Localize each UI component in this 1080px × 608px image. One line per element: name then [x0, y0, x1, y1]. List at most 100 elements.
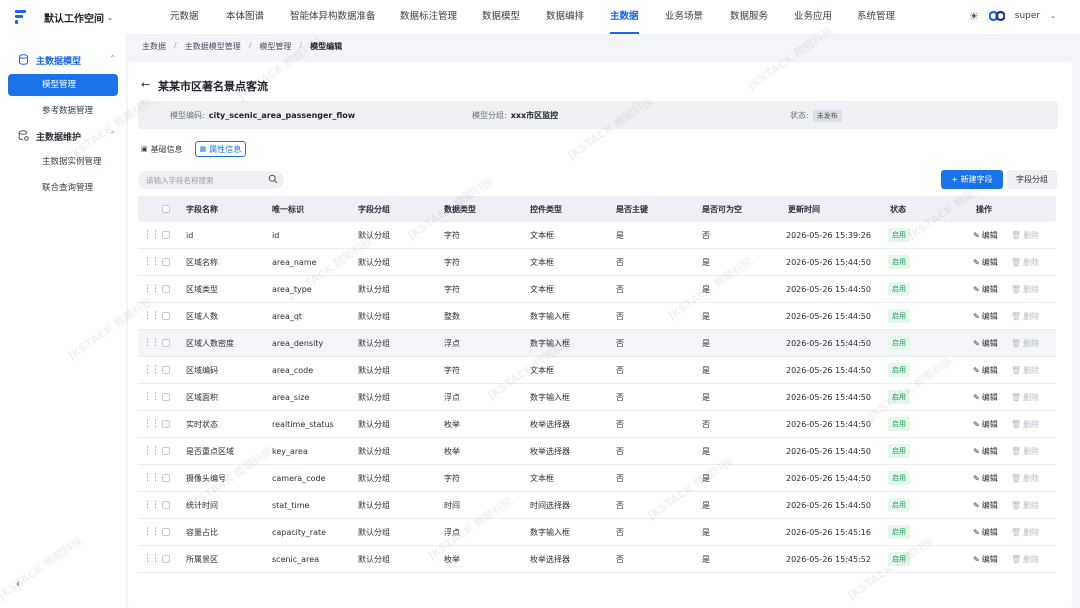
- field-search-input[interactable]: [138, 171, 284, 189]
- breadcrumb-item[interactable]: 主数据: [142, 41, 166, 52]
- row-checkbox[interactable]: [162, 555, 170, 563]
- app-logo-icon[interactable]: [14, 9, 28, 25]
- delete-button[interactable]: 🗑︎ 删除: [1011, 519, 1039, 545]
- edit-button[interactable]: ✎ 编辑: [973, 222, 998, 248]
- table-row[interactable]: ⋮⋮ 容量占比 capacity_rate 默认分组 浮点 数字输入框 否 是 2026-05-…: [138, 519, 1056, 546]
- user-avatar-icon[interactable]: [988, 9, 1005, 23]
- nav-item[interactable]: 本体图谱: [226, 0, 264, 34]
- drag-handle-icon[interactable]: ⋮⋮: [143, 384, 160, 410]
- sidebar-item-model-management[interactable]: 模型管理: [8, 74, 118, 96]
- delete-button[interactable]: 🗑︎ 删除: [1011, 438, 1039, 464]
- edit-button[interactable]: ✎ 编辑: [973, 411, 998, 437]
- drag-handle-icon[interactable]: ⋮⋮: [143, 492, 160, 518]
- new-field-button[interactable]: + 新建字段: [941, 170, 1003, 189]
- row-checkbox[interactable]: [162, 285, 170, 293]
- edit-button[interactable]: ✎ 编辑: [973, 519, 998, 545]
- table-row[interactable]: ⋮⋮ 所属景区 scenic_area 默认分组 枚举 枚举选择器 否 是 2026-05-26…: [138, 546, 1056, 573]
- row-checkbox[interactable]: [162, 312, 170, 320]
- row-checkbox[interactable]: [162, 420, 170, 428]
- chevron-down-icon[interactable]: ⌄: [1050, 12, 1056, 20]
- row-checkbox[interactable]: [162, 474, 170, 482]
- sidebar-group-master-model[interactable]: 主数据模型 ⌃: [0, 49, 126, 71]
- drag-handle-icon[interactable]: ⋮⋮: [143, 411, 160, 437]
- theme-toggle-icon[interactable]: ☀: [969, 10, 979, 23]
- breadcrumb-item[interactable]: 模型管理: [259, 41, 291, 52]
- drag-handle-icon[interactable]: ⋮⋮: [143, 303, 160, 329]
- edit-button[interactable]: ✎ 编辑: [973, 303, 998, 329]
- edit-button[interactable]: ✎ 编辑: [973, 465, 998, 491]
- edit-button[interactable]: ✎ 编辑: [973, 249, 998, 275]
- sidebar-item-instance-management[interactable]: 主数据实例管理: [8, 151, 118, 173]
- row-checkbox[interactable]: [162, 258, 170, 266]
- nav-item[interactable]: 业务应用: [794, 0, 832, 34]
- delete-button[interactable]: 🗑︎ 删除: [1011, 249, 1039, 275]
- edit-button[interactable]: ✎ 编辑: [973, 546, 998, 572]
- delete-button[interactable]: 🗑︎ 删除: [1011, 357, 1039, 383]
- nav-item[interactable]: 系统管理: [857, 0, 895, 34]
- sidebar-item-reference-data[interactable]: 参考数据管理: [8, 100, 118, 122]
- row-checkbox[interactable]: [162, 447, 170, 455]
- table-row[interactable]: ⋮⋮ 区域人数密度 area_density 默认分组 浮点 数字输入框 否 是 2026-05…: [138, 330, 1056, 357]
- drag-handle-icon[interactable]: ⋮⋮: [143, 465, 160, 491]
- username[interactable]: super: [1015, 11, 1040, 21]
- row-checkbox[interactable]: [162, 501, 170, 509]
- table-row[interactable]: ⋮⋮ 区域编码 area_code 默认分组 字符 文本框 否 是 2026-05-26 15:…: [138, 357, 1056, 384]
- back-arrow-icon[interactable]: ←: [141, 78, 150, 91]
- delete-button[interactable]: 🗑︎ 删除: [1011, 465, 1039, 491]
- edit-button[interactable]: ✎ 编辑: [973, 276, 998, 302]
- collapse-sidebar-icon[interactable]: ‹: [10, 576, 26, 592]
- row-checkbox[interactable]: [162, 528, 170, 536]
- row-checkbox[interactable]: [162, 231, 170, 239]
- edit-button[interactable]: ✎ 编辑: [973, 438, 998, 464]
- edit-button[interactable]: ✎ 编辑: [973, 330, 998, 356]
- nav-item[interactable]: 数据模型: [482, 0, 520, 34]
- delete-button[interactable]: 🗑︎ 删除: [1011, 546, 1039, 572]
- table-row[interactable]: ⋮⋮ 摄像头编号 camera_code 默认分组 字符 文本框 否 是 2026-05-26 …: [138, 465, 1056, 492]
- drag-handle-icon[interactable]: ⋮⋮: [143, 357, 160, 383]
- table-row[interactable]: ⋮⋮ 区域类型 area_type 默认分组 字符 文本框 否 是 2026-05-26 15:…: [138, 276, 1056, 303]
- nav-item[interactable]: 业务场景: [665, 0, 703, 34]
- table-row[interactable]: ⋮⋮ 实时状态 realtime_status 默认分组 枚举 枚举选择器 否 否 2026-0…: [138, 411, 1056, 438]
- sidebar-item-joint-query[interactable]: 联合查询管理: [8, 177, 118, 199]
- select-all-checkbox[interactable]: [162, 205, 170, 213]
- nav-item[interactable]: 主数据: [610, 0, 639, 34]
- breadcrumb-item[interactable]: 主数据模型管理: [185, 41, 241, 52]
- delete-button[interactable]: 🗑︎ 删除: [1011, 411, 1039, 437]
- drag-handle-icon[interactable]: ⋮⋮: [143, 330, 160, 356]
- delete-button[interactable]: 🗑︎ 删除: [1011, 276, 1039, 302]
- edit-button[interactable]: ✎ 编辑: [973, 492, 998, 518]
- edit-button[interactable]: ✎ 编辑: [973, 384, 998, 410]
- nav-item[interactable]: 智能体异构数据准备: [290, 0, 376, 34]
- delete-button[interactable]: 🗑︎ 删除: [1011, 492, 1039, 518]
- delete-button[interactable]: 🗑︎ 删除: [1011, 384, 1039, 410]
- nav-item[interactable]: 数据服务: [730, 0, 768, 34]
- delete-button[interactable]: 🗑︎ 删除: [1011, 303, 1039, 329]
- drag-handle-icon[interactable]: ⋮⋮: [143, 222, 160, 248]
- table-row[interactable]: ⋮⋮ 统计时间 stat_time 默认分组 时间 时间选择器 否 是 2026-05-26 1…: [138, 492, 1056, 519]
- drag-handle-icon[interactable]: ⋮⋮: [143, 249, 160, 275]
- nav-item[interactable]: 元数据: [170, 0, 199, 34]
- delete-button[interactable]: 🗑︎ 删除: [1011, 222, 1039, 248]
- tab-attribute-info[interactable]: ▦ 属性信息: [194, 141, 247, 157]
- delete-button[interactable]: 🗑︎ 删除: [1011, 330, 1039, 356]
- row-checkbox[interactable]: [162, 339, 170, 347]
- field-group-button[interactable]: 字段分组: [1007, 170, 1057, 189]
- table-row[interactable]: ⋮⋮ 区域名称 area_name 默认分组 字符 文本框 否 是 2026-05-26 15:…: [138, 249, 1056, 276]
- edit-button[interactable]: ✎ 编辑: [973, 357, 998, 383]
- drag-handle-icon[interactable]: ⋮⋮: [143, 546, 160, 572]
- table-row[interactable]: ⋮⋮ id id 默认分组 字符 文本框 是 否 2026-05-26 15:39:26 启用 ✎ 编…: [138, 222, 1056, 249]
- row-checkbox[interactable]: [162, 366, 170, 374]
- sidebar-group-master-maintenance[interactable]: 主数据维护 ⌃: [0, 125, 126, 147]
- nav-item[interactable]: 数据编排: [546, 0, 584, 34]
- table-row[interactable]: ⋮⋮ 区域人数 area_qt 默认分组 整数 数字输入框 否 是 2026-05-26 15:…: [138, 303, 1056, 330]
- drag-handle-icon[interactable]: ⋮⋮: [143, 276, 160, 302]
- nav-item[interactable]: 数据标注管理: [400, 0, 457, 34]
- table-row[interactable]: ⋮⋮ 区域面积 area_size 默认分组 浮点 数字输入框 否 是 2026-05-26 1…: [138, 384, 1056, 411]
- search-icon[interactable]: [268, 174, 278, 184]
- row-checkbox[interactable]: [162, 393, 170, 401]
- table-row[interactable]: ⋮⋮ 是否重点区域 key_area 默认分组 枚举 枚举选择器 否 是 2026-05-26 …: [138, 438, 1056, 465]
- drag-handle-icon[interactable]: ⋮⋮: [143, 519, 160, 545]
- tab-basic-info[interactable]: ▣ 基础信息: [137, 141, 187, 157]
- workspace-selector[interactable]: 默认工作空间 ⌄: [44, 10, 113, 26]
- drag-handle-icon[interactable]: ⋮⋮: [143, 438, 160, 464]
